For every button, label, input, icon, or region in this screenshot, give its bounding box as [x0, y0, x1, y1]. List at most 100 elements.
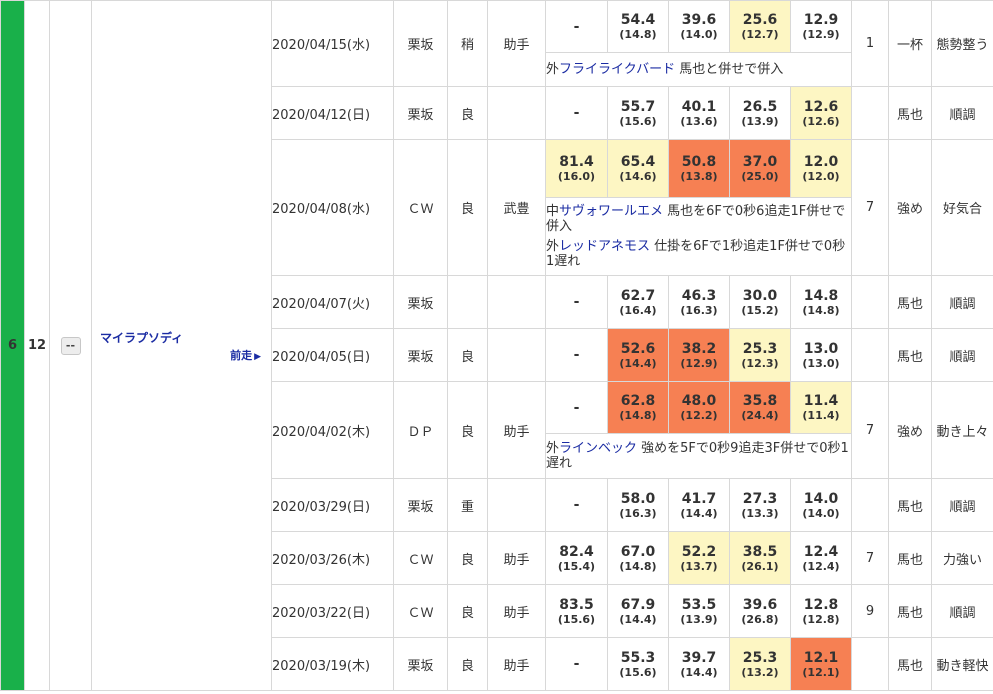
cumulative-time: 67.0: [620, 543, 656, 560]
cumulative-time: 38.2: [681, 340, 717, 357]
training-date: 2020/04/05(日): [271, 328, 394, 382]
split-time: (15.6): [557, 612, 596, 626]
strength: 馬也: [888, 584, 932, 638]
partner-horse-link[interactable]: ラインベック: [559, 441, 637, 456]
lap-time: -: [545, 381, 608, 434]
lap-time: 39.6 (14.0): [668, 0, 730, 53]
cumulative-time: 11.4: [803, 393, 839, 409]
partner-note: 外レッドアネモス 仕掛を6Fで1秒追走1F併せで0秒1遅れ: [546, 239, 851, 269]
lap-time: 65.4 (14.6): [607, 139, 669, 198]
cumulative-time: 37.0: [742, 154, 778, 170]
lap-time: 30.0 (15.2): [729, 275, 791, 329]
no-time: -: [573, 294, 580, 310]
rider: [487, 328, 546, 382]
no-time: -: [573, 347, 580, 363]
position: 7: [851, 139, 889, 276]
course: ＣＷ: [393, 531, 448, 585]
split-time: (15.6): [619, 114, 657, 128]
cumulative-time: 55.3: [620, 649, 656, 666]
cumulative-time: 12.0: [803, 154, 839, 170]
split-time: (11.4): [802, 409, 840, 422]
split-time: (13.6): [680, 114, 718, 128]
cumulative-time: 13.0: [803, 340, 839, 357]
lap-time: 83.5 (15.6): [545, 584, 608, 638]
cumulative-time: 52.6: [620, 340, 656, 357]
lap-time: -: [545, 637, 608, 691]
lap-time: 54.4 (14.8): [607, 0, 669, 53]
split-time: (12.2): [680, 409, 718, 422]
training-date: 2020/04/08(水): [271, 139, 394, 276]
lap-time: 25.3 (13.2): [729, 637, 791, 691]
lap-time: 50.8 (13.8): [668, 139, 730, 198]
split-time: (24.4): [741, 409, 779, 422]
course: 栗坂: [393, 328, 448, 382]
split-time: (13.2): [741, 665, 779, 679]
strength: 馬也: [888, 531, 932, 585]
course: 栗坂: [393, 86, 448, 140]
position: [851, 86, 889, 140]
horse-name-link[interactable]: マイラプソディ: [100, 329, 183, 346]
cumulative-time: 26.5: [742, 98, 778, 115]
rider: 助手: [487, 381, 546, 479]
training-date: 2020/03/29(日): [271, 478, 394, 532]
training-row: 6 12 -- マイラプソディ 前走 ▶ 2020/04/15(水) 栗坂稍助手 -54.4 (1…: [0, 0, 993, 691]
lap-time: 55.3 (15.6): [607, 637, 669, 691]
no-time: -: [573, 105, 580, 121]
lap-time: 12.0 (12.0): [790, 139, 852, 198]
cumulative-time: 25.3: [742, 649, 778, 666]
lap-time: 39.7 (14.4): [668, 637, 730, 691]
partner-horse-link[interactable]: レッドアネモス: [559, 239, 650, 254]
cumulative-time: 12.1: [803, 649, 839, 666]
cumulative-time: 25.6: [742, 12, 778, 28]
course: 栗坂: [393, 275, 448, 329]
course: 栗坂: [393, 478, 448, 532]
split-time: (12.7): [741, 28, 779, 41]
partner-position: 外: [546, 62, 560, 77]
lap-time: 12.4 (12.4): [790, 531, 852, 585]
split-time: (13.9): [680, 612, 718, 626]
cumulative-time: 58.0: [620, 490, 656, 507]
comment: 順調: [931, 478, 993, 532]
lap-time: 26.5 (13.9): [729, 86, 791, 140]
split-time: (14.4): [680, 506, 718, 520]
split-time: (15.2): [741, 303, 779, 317]
partner-horse-link[interactable]: サヴォワールエメ: [559, 204, 663, 219]
lap-time: 53.5 (13.9): [668, 584, 730, 638]
lap-time: 46.3 (16.3): [668, 275, 730, 329]
split-time: (14.6): [619, 170, 657, 183]
lap-time: 62.8 (14.8): [607, 381, 669, 434]
partner-notes: 外フライライクバード 馬也と併せで併入: [545, 52, 852, 87]
lap-time: 52.2 (13.7): [668, 531, 730, 585]
partner-horse-link[interactable]: フライライクバード: [559, 62, 675, 77]
cumulative-time: 62.7: [620, 287, 656, 304]
strength: 強め: [888, 139, 932, 276]
split-time: (14.4): [619, 612, 657, 626]
lap-time: 82.4 (15.4): [545, 531, 608, 585]
no-time: -: [573, 497, 580, 513]
no-time: -: [573, 656, 580, 672]
lap-time: 38.5 (26.1): [729, 531, 791, 585]
rider: [487, 86, 546, 140]
lap-time: 14.8 (14.8): [790, 275, 852, 329]
strength: 馬也: [888, 478, 932, 532]
mark-button[interactable]: --: [60, 336, 81, 355]
position: 9: [851, 584, 889, 638]
lap-time: 40.1 (13.6): [668, 86, 730, 140]
cumulative-time: 41.7: [681, 490, 717, 507]
cumulative-time: 62.8: [620, 393, 656, 409]
mark-cell: --: [49, 0, 92, 691]
cumulative-time: 25.3: [742, 340, 778, 357]
cumulative-time: 55.7: [620, 98, 656, 115]
cumulative-time: 12.9: [803, 12, 839, 28]
lap-time: 52.6 (14.4): [607, 328, 669, 382]
split-time: (26.8): [741, 612, 779, 626]
prev-race-link[interactable]: 前走 ▶: [230, 347, 261, 363]
horse-number: 12: [24, 0, 50, 691]
rider: 武豊: [487, 139, 546, 276]
position: [851, 328, 889, 382]
strength: 強め: [888, 381, 932, 479]
split-time: (25.0): [741, 170, 779, 183]
lap-time: -: [545, 0, 608, 53]
split-time: (16.0): [557, 170, 596, 183]
lap-time: -: [545, 275, 608, 329]
